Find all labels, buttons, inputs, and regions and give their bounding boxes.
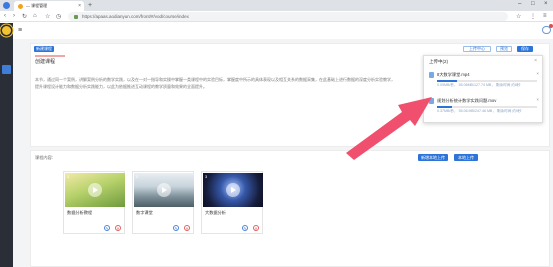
arrow-shape bbox=[346, 97, 432, 160]
annotation-arrow bbox=[346, 97, 432, 160]
